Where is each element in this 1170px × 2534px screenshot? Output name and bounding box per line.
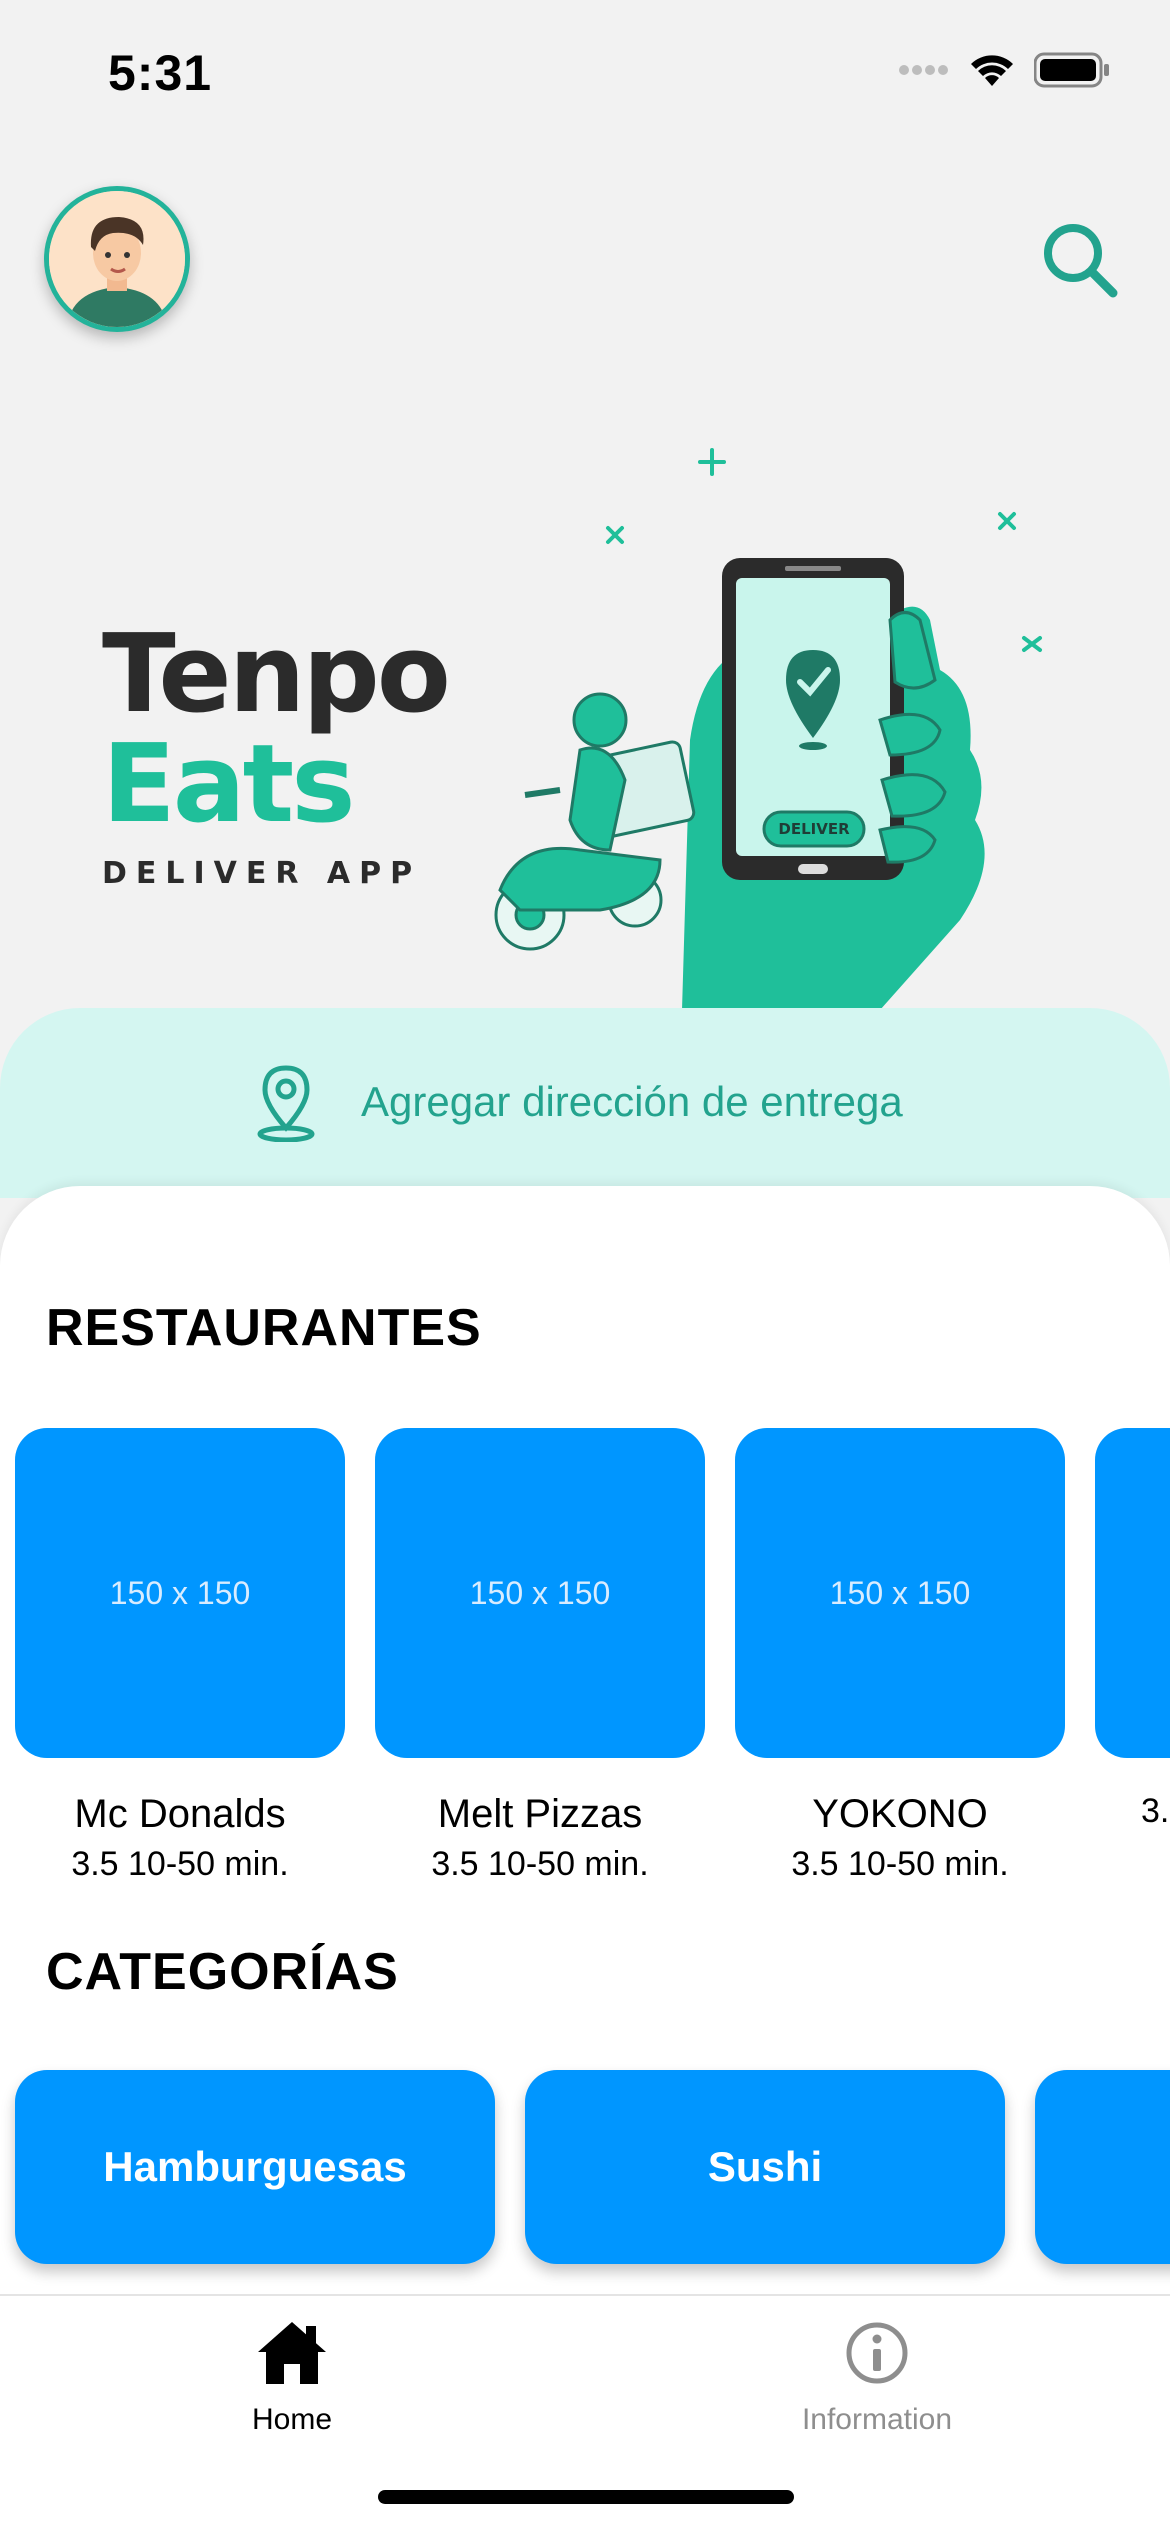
- battery-icon: [1034, 52, 1109, 88]
- category-card[interactable]: [1035, 2070, 1170, 2264]
- restaurant-card[interactable]: 150 x 150 YOKONO 3.5 10-50 min.: [735, 1428, 1065, 1884]
- category-card-sushi[interactable]: Sushi: [525, 2070, 1005, 2264]
- phone-deliver-badge: DELIVER: [778, 820, 850, 838]
- tab-home-label: Home: [251, 2403, 333, 2436]
- brand-title-eats: Eats: [102, 722, 356, 847]
- tab-information-label: Information: [801, 2403, 953, 2436]
- tab-information[interactable]: Information: [727, 2318, 1027, 2437]
- location-pin-icon: [257, 1065, 315, 1142]
- cellular-signal-icon: [899, 65, 948, 75]
- restaurant-meta: 3.: [1141, 1792, 1170, 1830]
- info-icon: [846, 2322, 908, 2384]
- status-bar: 5:31: [0, 0, 1170, 150]
- address-row: Agregar dirección de entrega: [255, 1062, 903, 1142]
- restaurant-name: Mc Donalds: [74, 1792, 286, 1836]
- restaurant-meta: 3.5 10-50 min.: [71, 1845, 289, 1883]
- categories-section-title: CATEGORÍAS: [46, 1943, 399, 2001]
- wifi-icon: [971, 55, 1013, 86]
- brand-subtitle: DELIVER APP: [102, 856, 422, 891]
- restaurant-image: [1095, 1428, 1170, 1758]
- restaurant-name: Melt Pizzas: [437, 1792, 643, 1836]
- restaurants-section-title: RESTAURANTES: [46, 1299, 482, 1357]
- status-icons: [898, 52, 1110, 88]
- restaurant-meta: 3.5 10-50 min.: [791, 1845, 1009, 1883]
- user-avatar[interactable]: [44, 186, 190, 332]
- brand-title-tenpo: Tenpo: [102, 612, 451, 737]
- restaurant-card[interactable]: 150 x 150 Mc Donalds 3.5 10-50 min.: [15, 1428, 345, 1884]
- search-icon: [1044, 224, 1118, 298]
- restaurant-meta: 3.5 10-50 min.: [431, 1845, 649, 1883]
- category-card-hamburguesas[interactable]: Hamburguesas: [15, 2070, 495, 2264]
- status-time: 5:31: [108, 45, 213, 101]
- restaurant-image: 150 x 150: [15, 1428, 345, 1758]
- delivery-address-bar[interactable]: Agregar dirección de entrega: [0, 1008, 1170, 1198]
- restaurant-name: YOKONO: [812, 1792, 988, 1836]
- restaurant-card[interactable]: 3.: [1095, 1428, 1170, 1831]
- brand-logo: Tenpo Eats DELIVER APP: [102, 612, 451, 892]
- restaurant-image: 150 x 150: [735, 1428, 1065, 1758]
- address-label: Agregar dirección de entrega: [361, 1078, 903, 1125]
- restaurant-card[interactable]: 150 x 150 Melt Pizzas 3.5 10-50 min.: [375, 1428, 705, 1884]
- restaurant-image: 150 x 150: [375, 1428, 705, 1758]
- search-button[interactable]: [1035, 215, 1125, 305]
- main-content: RESTAURANTES 150 x 150 Mc Donalds 3.5 10…: [0, 1186, 1170, 2296]
- tab-home[interactable]: Home: [142, 2318, 442, 2437]
- avatar-illustration: [49, 191, 185, 327]
- home-indicator[interactable]: [378, 2490, 794, 2504]
- home-icon: [258, 2322, 326, 2384]
